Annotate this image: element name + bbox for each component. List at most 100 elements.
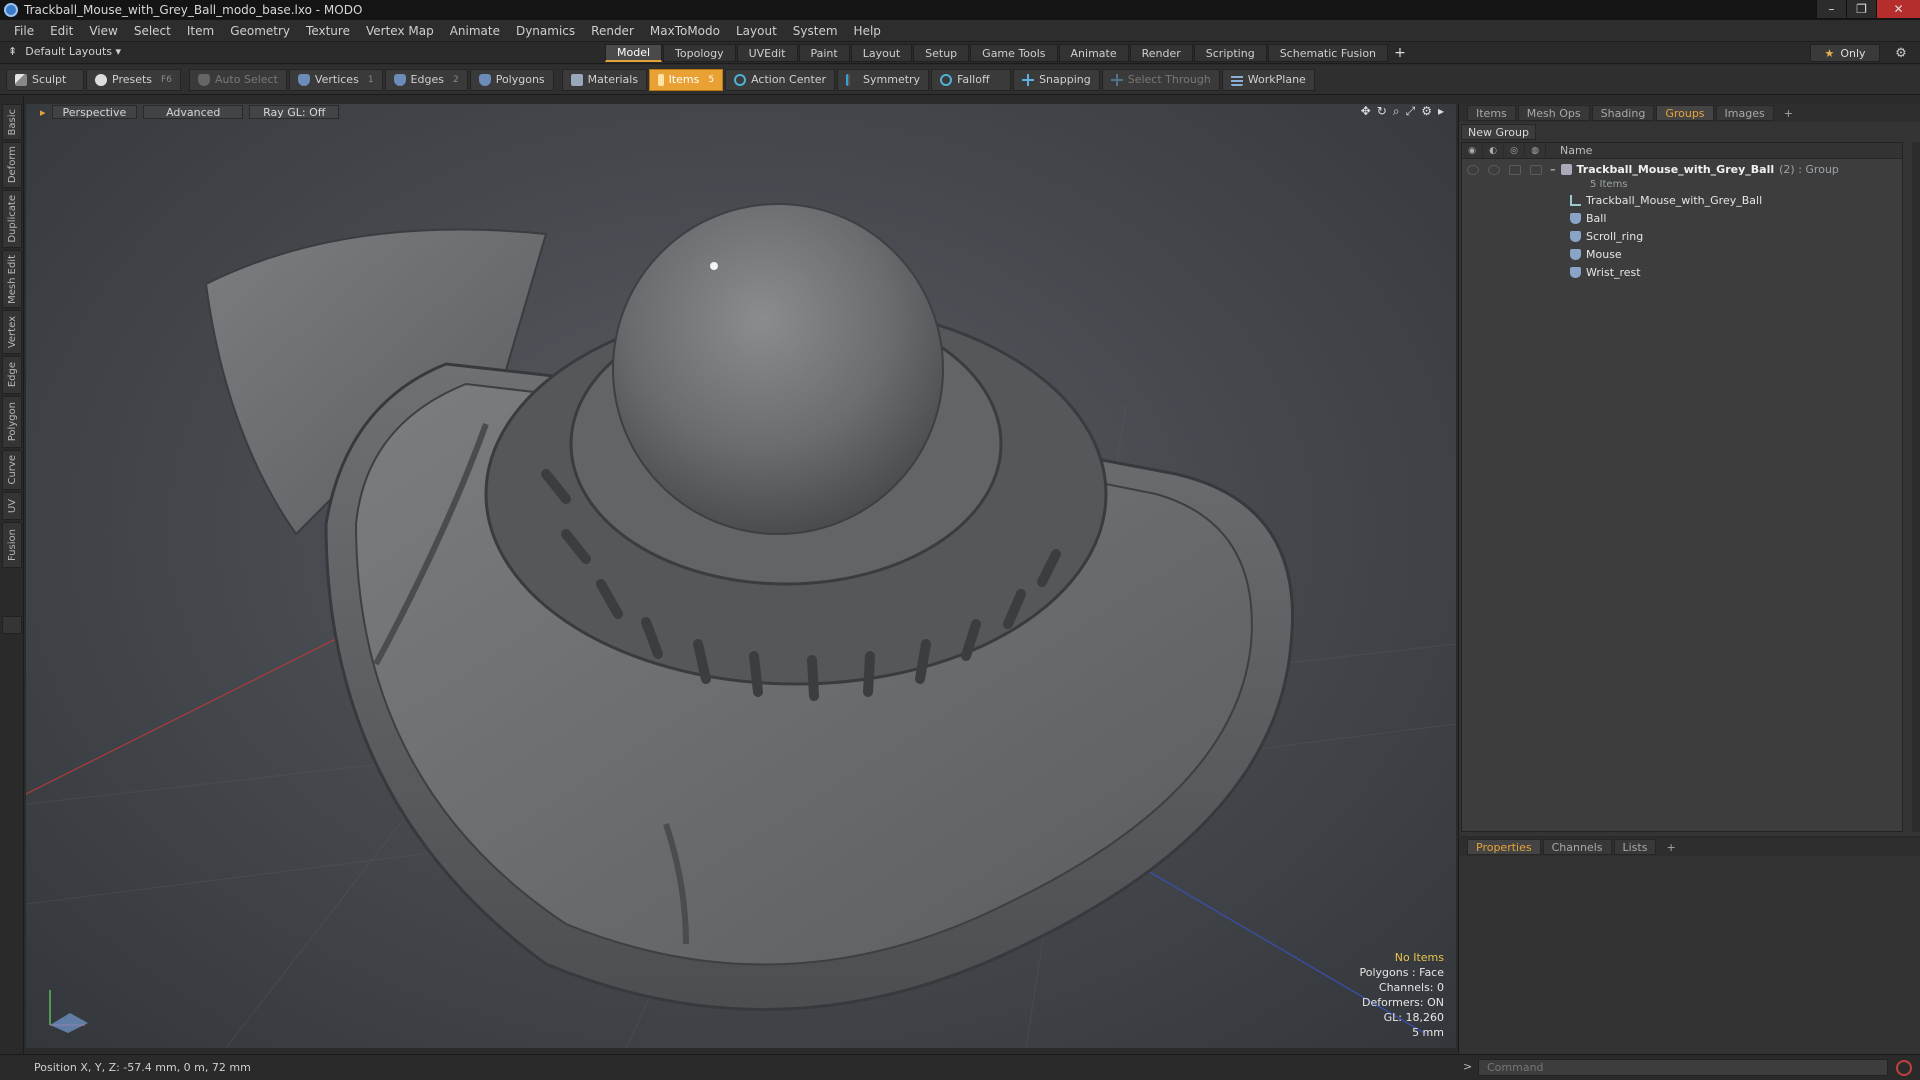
menu-edit[interactable]: Edit [42,24,81,38]
tab-items[interactable]: Items [1467,105,1516,121]
tab-render[interactable]: Render [1129,44,1193,62]
tree-item-locator[interactable]: Trackball_Mouse_with_Grey_Ball [1570,191,1762,209]
action-center-button[interactable]: Action Center [725,68,836,91]
viewport-more-icon[interactable]: ▸ [1438,104,1444,119]
command-input[interactable] [1478,1059,1888,1076]
raygl-button[interactable]: Ray GL: Off [249,105,340,119]
menu-help[interactable]: Help [846,24,889,38]
minimize-button[interactable]: – [1816,0,1846,18]
select-column-icon[interactable]: ◍ [1525,142,1546,159]
tab-paint[interactable]: Paint [798,44,850,62]
add-properties-tab-button[interactable]: + [1658,839,1683,855]
menu-select[interactable]: Select [126,24,179,38]
workplane-button[interactable]: WorkPlane [1221,68,1315,91]
vtab-polygon[interactable]: Polygon [2,396,22,448]
3d-viewport[interactable]: No Items Polygons : Face Channels: 0 Def… [26,104,1456,1048]
move-view-icon[interactable]: ✥ [1361,104,1371,119]
fit-view-icon[interactable]: ⤢ [1406,104,1416,119]
vtab-duplicate[interactable]: Duplicate [2,190,22,248]
tab-schematic-fusion[interactable]: Schematic Fusion [1267,44,1389,62]
tree-item-ball[interactable]: Ball [1570,209,1606,227]
viewport-gear-icon[interactable]: ⚙ [1421,104,1432,119]
vtab-vertex[interactable]: Vertex [2,310,22,354]
polygons-button[interactable]: Polygons [469,68,554,91]
tab-game-tools[interactable]: Game Tools [970,44,1058,62]
tree-item-wrist-rest[interactable]: Wrist_rest [1570,263,1641,281]
vtab-basic[interactable]: Basic [2,104,22,140]
name-column-header[interactable]: Name [1546,144,1592,157]
edges-button[interactable]: Edges 2 [384,68,468,91]
vtab-uv[interactable]: UV [2,492,22,520]
tab-mesh-ops[interactable]: Mesh Ops [1517,105,1590,121]
palette-toggle-button[interactable] [2,616,22,634]
menu-vertex-map[interactable]: Vertex Map [358,24,442,38]
falloff-button[interactable]: Falloff [931,68,1012,91]
select-toggle[interactable] [1530,165,1542,175]
rotate-view-icon[interactable]: ↻ [1377,104,1387,119]
perspective-button[interactable]: Perspective [51,105,138,119]
tree-item-mouse[interactable]: Mouse [1570,245,1622,263]
only-button[interactable]: ★ Only [1810,44,1880,62]
menu-render[interactable]: Render [583,24,642,38]
menu-dynamics[interactable]: Dynamics [508,24,583,38]
vtab-mesh-edit[interactable]: Mesh Edit [2,250,22,308]
maximize-button[interactable]: ❐ [1846,0,1876,18]
tab-scripting[interactable]: Scripting [1193,44,1267,62]
new-group-button[interactable]: New Group [1461,124,1536,140]
vtab-fusion[interactable]: Fusion [2,522,22,568]
select-through-button[interactable]: Select Through [1101,68,1220,91]
menu-texture[interactable]: Texture [298,24,358,38]
close-button[interactable]: ✕ [1876,0,1920,18]
lock-column-icon[interactable]: ◎ [1504,142,1525,159]
viewport-expand-icon[interactable]: ▸ [40,106,46,119]
gear-icon[interactable]: ⚙ [1892,44,1910,62]
tab-lists[interactable]: Lists [1613,839,1657,855]
advanced-button[interactable]: Advanced [143,105,244,119]
ball-highlight [710,262,718,270]
render-column-icon[interactable]: ◐ [1483,142,1504,159]
add-panel-tab-button[interactable]: + [1776,105,1801,121]
tree-item-scroll-ring[interactable]: Scroll_ring [1570,227,1643,245]
auto-select-button[interactable]: Auto Select [188,68,287,91]
tab-properties[interactable]: Properties [1467,839,1541,855]
command-stop-icon[interactable] [1896,1060,1912,1076]
menu-maxtomodo[interactable]: MaxToModo [642,24,728,38]
zoom-view-icon[interactable]: ⌕ [1393,104,1400,119]
menu-file[interactable]: File [6,24,42,38]
materials-button[interactable]: Materials [561,68,648,91]
vtab-deform[interactable]: Deform [2,142,22,188]
tab-images[interactable]: Images [1715,105,1774,121]
render-toggle[interactable] [1488,165,1500,175]
tab-model[interactable]: Model [605,44,663,62]
menu-geometry[interactable]: Geometry [222,24,298,38]
collapse-icon[interactable]: – [1550,163,1556,176]
lock-toggle[interactable] [1509,165,1521,175]
tab-channels[interactable]: Channels [1542,839,1612,855]
symmetry-button[interactable]: Symmetry [837,68,930,91]
vtab-edge[interactable]: Edge [2,356,22,394]
visibility-column-icon[interactable]: ◉ [1462,142,1483,159]
vertices-button[interactable]: Vertices 1 [288,68,383,91]
sculpt-button[interactable]: Sculpt [6,68,84,91]
items-button[interactable]: Items 5 [649,68,724,91]
tab-topology[interactable]: Topology [663,44,736,62]
vtab-curve[interactable]: Curve [2,450,22,490]
menu-system[interactable]: System [785,24,846,38]
presets-button[interactable]: Presets F6 [86,68,181,91]
menu-animate[interactable]: Animate [442,24,508,38]
menu-view[interactable]: View [81,24,125,38]
menu-item[interactable]: Item [179,24,222,38]
tab-shading[interactable]: Shading [1591,105,1655,121]
tab-layout[interactable]: Layout [850,44,913,62]
tab-uvedit[interactable]: UVEdit [736,44,798,62]
eye-icon[interactable] [1467,165,1479,175]
menu-layout[interactable]: Layout [728,24,785,38]
add-tab-button[interactable]: + [1389,44,1411,62]
layout-dropdown[interactable]: ⇞ Default Layouts ▾ [8,45,121,58]
snapping-button[interactable]: Snapping [1013,68,1100,91]
tab-animate[interactable]: Animate [1058,44,1129,62]
no-items-label: No Items [1394,951,1444,964]
tab-setup[interactable]: Setup [913,44,970,62]
tree-scrollbar[interactable] [1912,142,1920,832]
tab-groups[interactable]: Groups [1656,105,1714,121]
